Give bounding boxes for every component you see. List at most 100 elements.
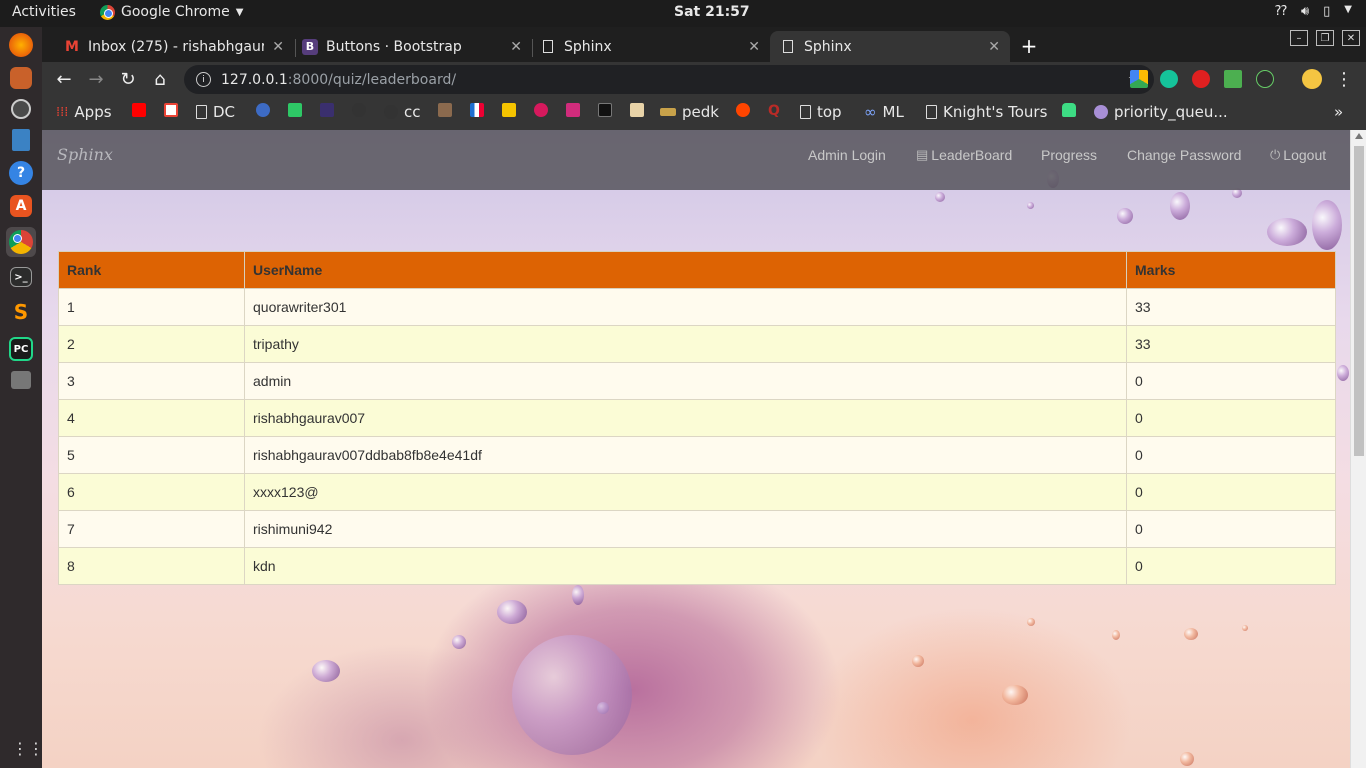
profile-avatar[interactable] [1302,69,1322,89]
webcam-icon[interactable] [11,99,31,119]
dock: ? A >_ S PC ⋮⋮⋮ [0,27,60,768]
bookmark-triangle[interactable] [566,103,580,117]
bookmark-github[interactable] [352,103,366,117]
files-icon[interactable] [10,67,32,89]
back-button[interactable]: ← [52,67,76,91]
software-center-icon[interactable]: A [10,195,32,217]
nav-change-password[interactable]: Change Password [1127,147,1241,163]
tab-strip: M Inbox (275) - rishabhgaura ✕ B Buttons… [42,27,1366,62]
site-navbar: Sphinx Admin Login ▤ LeaderBoard Progres… [42,130,1350,190]
tab-inbox[interactable]: M Inbox (275) - rishabhgaura ✕ [54,31,294,62]
apps-grid-icon: ⁞⁞⁞ [56,104,69,120]
adblock-icon[interactable] [1192,70,1210,88]
terminal-icon[interactable]: >_ [10,267,32,287]
bookmark-sf[interactable] [598,103,612,117]
close-icon[interactable]: ✕ [988,39,1000,55]
nav-progress[interactable]: Progress [1041,147,1097,163]
close-icon[interactable]: ✕ [272,39,284,55]
menu-icon[interactable]: ⋮ [1332,67,1356,91]
page-icon [926,105,937,119]
help-icon[interactable]: ? [9,161,33,185]
username-cell: quorawriter301 [244,288,1127,326]
bookmark-purple[interactable] [320,103,334,117]
list-icon: ▤ [916,147,929,162]
bookmark-quora[interactable]: Q [768,103,780,119]
tab-bootstrap[interactable]: B Buttons · Bootstrap ✕ [292,31,532,62]
activities-button[interactable]: Activities [12,4,76,20]
nav-admin-login[interactable]: Admin Login [808,147,886,163]
forward-button[interactable]: → [84,67,108,91]
bookmark-apps[interactable]: ⁞⁞⁞ Apps [56,103,112,121]
close-icon[interactable]: ✕ [748,39,760,55]
system-tray[interactable]: ⁇ 🔊︎ ▯ ▼ [1275,4,1352,19]
rank-cell: 2 [58,325,245,363]
bookmark-reddit[interactable] [736,103,750,117]
bookmark-ml[interactable]: ∞ ML [864,103,904,121]
sublime-text-icon[interactable]: S [6,297,36,327]
reload-button[interactable]: ↻ [116,67,140,91]
extension-icon[interactable] [1256,70,1274,88]
google-drive-icon[interactable] [1130,70,1148,88]
bookmark-chart[interactable] [470,103,484,117]
scroll-up-arrow[interactable] [1355,133,1363,139]
bookmark-android[interactable] [1062,103,1076,117]
battery-icon: ▯ [1323,4,1331,19]
bookmark-pe[interactable] [630,103,644,117]
bookmark-priority-queue[interactable]: priority_queu... [1094,103,1228,121]
chrome-dock-icon[interactable] [6,227,36,257]
bookmark-dc[interactable]: DC [196,103,235,121]
page-scrollbar[interactable] [1350,130,1366,768]
grammarly-icon[interactable] [1160,70,1178,88]
site-brand[interactable]: Sphinx [57,145,113,164]
clock[interactable]: Sat 21:57 [674,4,750,20]
bookmark-cc[interactable]: cc [384,103,421,121]
splash-drop [1112,630,1120,640]
firefox-icon[interactable] [9,33,33,57]
tab-sphinx[interactable]: Sphinx ✕ [530,31,770,62]
document-viewer-icon[interactable] [12,129,30,151]
bookmark-gmail[interactable] [164,103,178,117]
bookmark-top[interactable]: top [800,103,842,121]
bookmark-icon [660,108,676,116]
app-menu[interactable]: Google Chrome ▼ [100,4,243,20]
window-close-button[interactable]: ✕ [1342,30,1360,46]
download-icon[interactable] [1224,70,1242,88]
tab-sphinx-active[interactable]: Sphinx ✕ [770,31,1010,62]
bookmark-label: Apps [74,103,112,121]
nav-logout[interactable]: ⏻ Logout [1270,147,1326,163]
username-cell: rishabhgaurav007ddbab8fb8e4e41df [244,436,1127,474]
rank-cell: 6 [58,473,245,511]
scrollbar-thumb[interactable] [1354,146,1364,456]
address-bar[interactable]: i 127.0.0.1:8000/quiz/leaderboard/ ☆ [184,65,1154,94]
bookmark-image[interactable] [502,103,516,117]
minimize-button[interactable]: – [1290,30,1308,46]
bookmark-s[interactable] [256,103,270,117]
home-button[interactable]: ⌂ [148,67,172,91]
close-icon[interactable]: ✕ [510,39,522,55]
chart-icon [470,103,484,117]
more-bookmarks-button[interactable]: » [1334,103,1343,121]
nav-leaderboard[interactable]: ▤ LeaderBoard [916,147,1012,163]
bookmark-cc2[interactable] [438,103,452,117]
camera-icon[interactable] [11,371,31,389]
username-cell: tripathy [244,325,1127,363]
splash-drop [1180,752,1194,766]
restore-button[interactable]: ❐ [1316,30,1334,46]
bookmark-knights-tours[interactable]: Knight's Tours [926,103,1047,121]
bookmark-youtube[interactable] [132,103,146,117]
table-row: 1 quorawriter301 33 [58,288,1336,326]
leaderboard-table: Rank UserName Marks 1 quorawriter301 33 … [58,251,1336,585]
new-tab-button[interactable]: + [1014,32,1044,60]
bookmark-label: pedk [682,103,719,121]
marks-cell: 0 [1126,362,1336,400]
splash-drop [452,635,466,649]
pycharm-icon[interactable]: PC [9,337,33,361]
table-row: 4 rishabhgaurav007 0 [58,399,1336,437]
bookmark-pedk[interactable]: pedk [660,103,719,121]
bookmark-h[interactable] [288,103,302,117]
info-icon[interactable]: i [196,72,211,87]
nav-label: LeaderBoard [931,147,1013,163]
github-icon [352,103,366,117]
bookmark-play[interactable] [534,103,548,117]
bookmark-label: top [817,103,842,121]
